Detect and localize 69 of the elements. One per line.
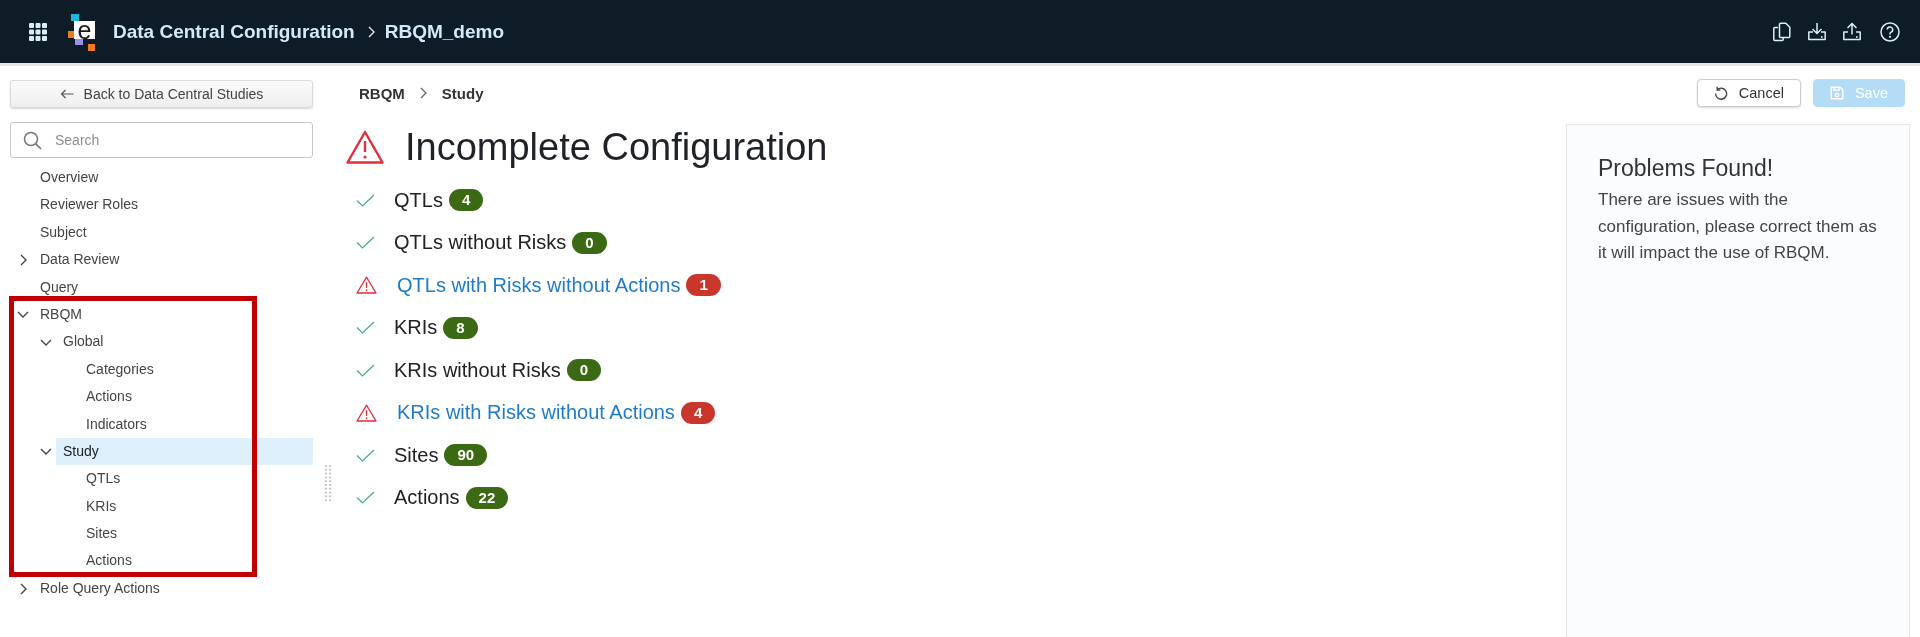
- tree-item[interactable]: Query: [33, 273, 313, 301]
- check-label: KRIs: [394, 316, 438, 339]
- tree-item[interactable]: Reviewer Roles: [33, 191, 313, 219]
- app-title: Data Central Configuration: [113, 20, 355, 43]
- tree-item[interactable]: Actions: [79, 547, 313, 575]
- tree-item[interactable]: Overview: [33, 164, 313, 192]
- help-icon[interactable]: [1880, 21, 1900, 42]
- check-label: Actions: [394, 486, 460, 509]
- count-badge: 4: [680, 401, 716, 424]
- breadcrumb-current: Study: [441, 84, 484, 102]
- check-label: QTLs without Risks: [394, 231, 567, 254]
- study-name: RBQM_demo: [384, 20, 505, 43]
- check-label: KRIs without Risks: [394, 358, 561, 382]
- save-icon: [1829, 86, 1844, 100]
- check-label: Sites: [394, 443, 439, 467]
- warning-icon: [356, 403, 377, 422]
- search-icon: [23, 131, 42, 150]
- search-field[interactable]: Search: [10, 122, 313, 158]
- tree-item[interactable]: RBQM: [33, 300, 313, 329]
- check-link[interactable]: QTLs with Risks without Actions: [397, 273, 681, 297]
- copy-icon[interactable]: [1772, 21, 1792, 42]
- warning-icon: [356, 276, 377, 294]
- tree-item[interactable]: QTLs: [79, 465, 313, 493]
- breadcrumb-link[interactable]: RBQM: [359, 84, 405, 102]
- tree-item[interactable]: Subject: [33, 218, 313, 247]
- chevron-right-icon: [419, 87, 427, 99]
- panel-message: There are issues with the configuration, please correct them as it will impact the use of RBQM.: [1598, 189, 1878, 265]
- count-badge: 0: [566, 359, 602, 381]
- check-icon: [356, 321, 375, 334]
- check-icon: [356, 236, 375, 249]
- back-button[interactable]: Back to Data Central Studies: [10, 80, 313, 108]
- tree-item[interactable]: KRIs: [79, 492, 313, 521]
- upload-icon[interactable]: [1842, 22, 1862, 41]
- download-icon[interactable]: [1807, 22, 1827, 41]
- check-label: QTLs: [394, 188, 443, 212]
- count-badge: 90: [444, 444, 488, 466]
- resize-handle[interactable]: [325, 465, 331, 502]
- chevron-right-icon[interactable]: [19, 582, 27, 595]
- arrow-left-icon: [59, 89, 74, 99]
- check-link[interactable]: KRIs with Risks without Actions: [397, 401, 675, 424]
- chevron-down-icon[interactable]: [17, 311, 29, 319]
- undo-icon: [1713, 86, 1728, 100]
- tree-item[interactable]: Role Query Actions: [33, 574, 313, 603]
- count-badge: 8: [443, 316, 478, 339]
- app-logo: e: [68, 12, 96, 51]
- cancel-button[interactable]: Cancel: [1696, 79, 1801, 107]
- count-badge: 4: [448, 189, 484, 211]
- chevron-right-icon: [367, 25, 375, 38]
- tree-item[interactable]: Indicators: [79, 410, 313, 438]
- tree-item[interactable]: Actions: [79, 383, 313, 411]
- count-badge: 0: [572, 231, 607, 254]
- check-icon: [356, 363, 375, 377]
- count-badge: 1: [686, 274, 721, 296]
- check-icon: [356, 448, 375, 462]
- tree-item[interactable]: Data Review: [33, 246, 313, 274]
- page-title: Incomplete Configuration: [405, 128, 828, 166]
- check-icon: [356, 193, 375, 207]
- count-badge: 22: [465, 486, 509, 509]
- check-icon: [356, 491, 375, 504]
- tree-item[interactable]: Sites: [79, 520, 313, 548]
- warning-icon: [346, 130, 384, 164]
- tree-item[interactable]: Global: [56, 328, 313, 356]
- chevron-down-icon[interactable]: [40, 338, 52, 346]
- panel-title: Problems Found!: [1598, 155, 1775, 182]
- grid-icon[interactable]: [29, 22, 47, 41]
- tree-item[interactable]: Categories: [79, 355, 313, 384]
- tree-item[interactable]: Study: [56, 437, 313, 466]
- chevron-down-icon[interactable]: [40, 448, 52, 456]
- chevron-right-icon[interactable]: [19, 253, 27, 266]
